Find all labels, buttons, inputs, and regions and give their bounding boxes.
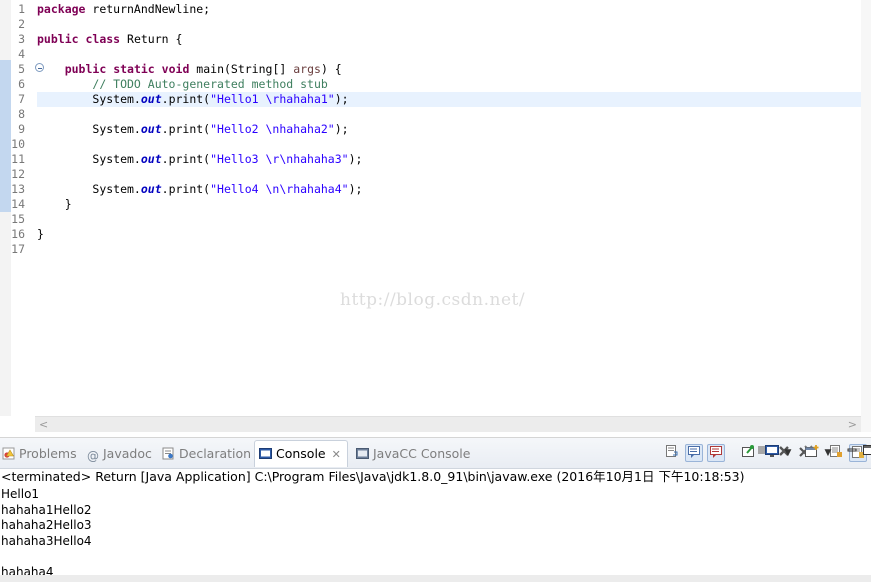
line-number: 5 <box>18 62 25 77</box>
line-number: 10 <box>11 137 25 152</box>
console-view: Problems @Javadoc Declaration Console✕ J… <box>0 437 871 583</box>
change-marker <box>0 60 11 212</box>
line-number: 13 <box>11 182 25 197</box>
console-output[interactable]: Hello1 hahaha1Hello2 hahaha2Hello3 hahah… <box>1 487 861 580</box>
code-line-3: public class Return { <box>37 32 861 47</box>
tab-javadoc[interactable]: @Javadoc <box>87 444 152 464</box>
code-line-14: } <box>37 197 861 212</box>
line-number: 11 <box>11 152 25 167</box>
problems-icon <box>2 446 15 466</box>
display-console-icon[interactable] <box>763 444 781 462</box>
line-number: 9 <box>18 122 25 137</box>
view-tab-bar: Problems @Javadoc Declaration Console✕ J… <box>0 438 871 469</box>
code-line-5: public static void main(String[] args) { <box>37 62 861 77</box>
console-horizontal-scrollbar[interactable] <box>0 575 871 582</box>
code-editor[interactable]: 1 2 3 4 5 6 7 8 9 10 11 12 13 14 15 16 1… <box>0 0 871 432</box>
show-on-stderr-icon[interactable] <box>707 444 725 462</box>
scroll-left-icon[interactable]: < <box>39 417 48 432</box>
overview-ruler-right <box>861 0 871 432</box>
output-line <box>1 549 861 565</box>
line-number: 16 <box>11 227 25 242</box>
output-line: hahaha1Hello2 <box>1 503 861 519</box>
maximize-icon[interactable] <box>859 444 871 462</box>
tab-problems[interactable]: Problems <box>2 444 77 464</box>
tab-console[interactable]: Console✕ <box>254 440 348 467</box>
open-console-dropdown-icon[interactable]: ▼ <box>824 444 832 462</box>
code-line-9: System.out.print("Hello2 \nhahaha2"); <box>37 122 861 137</box>
console-status-line: <terminated> Return [Java Application] C… <box>0 469 871 485</box>
watermark: http://blog.csdn.net/ <box>340 290 525 310</box>
code-line-13: System.out.print("Hello4 \n\rhahaha4"); <box>37 182 861 197</box>
code-line-1: package returnAndNewline; <box>37 2 861 17</box>
line-number: 7 <box>18 92 25 107</box>
display-console-dropdown-icon[interactable]: ▼ <box>784 444 792 462</box>
declaration-icon <box>162 446 175 466</box>
line-number: 2 <box>18 17 25 32</box>
horizontal-scrollbar[interactable]: < > <box>35 416 861 432</box>
line-number: 14 <box>11 197 25 212</box>
show-on-stdout-icon[interactable] <box>685 444 703 462</box>
scroll-right-icon[interactable]: > <box>848 417 857 432</box>
tab-declaration[interactable]: Declaration <box>162 444 251 464</box>
pin-console-icon[interactable] <box>739 444 757 462</box>
code-line-16: } <box>37 227 861 242</box>
line-number: 8 <box>18 107 25 122</box>
overview-ruler-left <box>0 0 11 416</box>
output-line: Hello1 <box>1 487 861 503</box>
line-number: 1 <box>18 2 25 17</box>
code-line-7-current: System.out.print("Hello1 \rhahaha1"); <box>37 92 861 107</box>
line-number: 12 <box>11 167 25 182</box>
code-line-6: // TODO Auto-generated method stub <box>37 77 861 92</box>
line-number: 6 <box>18 77 25 92</box>
line-number: 3 <box>18 32 25 47</box>
tab-javacc-console[interactable]: JavaCC Console <box>356 444 470 464</box>
open-console-icon[interactable] <box>803 444 821 462</box>
output-line: hahaha2Hello3 <box>1 518 861 534</box>
code-area[interactable]: package returnAndNewline; public class R… <box>37 0 861 416</box>
line-number: 17 <box>11 242 25 257</box>
javacc-console-icon <box>356 446 369 466</box>
word-wrap-icon[interactable] <box>663 444 681 462</box>
line-number: 4 <box>18 47 25 62</box>
line-number: 15 <box>11 212 25 227</box>
line-number-gutter: 1 2 3 4 5 6 7 8 9 10 11 12 13 14 15 16 1… <box>11 0 35 416</box>
console-icon <box>259 443 272 469</box>
at-icon: @ <box>87 446 99 466</box>
output-line: hahaha3Hello4 <box>1 534 861 550</box>
close-icon[interactable]: ✕ <box>332 448 341 461</box>
code-line-11: System.out.print("Hello3 \r\nhahaha3"); <box>37 152 861 167</box>
